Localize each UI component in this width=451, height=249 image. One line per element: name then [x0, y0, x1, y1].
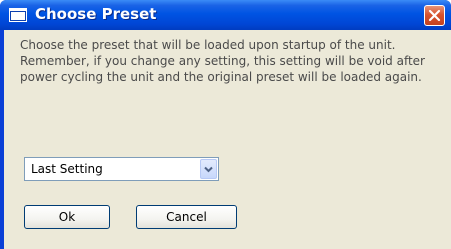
preset-dropdown[interactable]: Last Setting [24, 157, 219, 181]
chevron-down-icon [204, 166, 213, 173]
dialog-message: Choose the preset that will be loaded up… [20, 38, 425, 84]
title-bar[interactable]: Choose Preset [0, 0, 451, 30]
preset-dropdown-value: Last Setting [31, 162, 103, 176]
ok-button[interactable]: Ok [24, 205, 110, 229]
close-icon [428, 9, 441, 22]
close-button[interactable] [424, 5, 445, 26]
window-title: Choose Preset [35, 5, 157, 23]
window-icon [9, 8, 27, 22]
cancel-button[interactable]: Cancel [136, 205, 237, 229]
dropdown-arrow-button[interactable] [200, 159, 217, 179]
